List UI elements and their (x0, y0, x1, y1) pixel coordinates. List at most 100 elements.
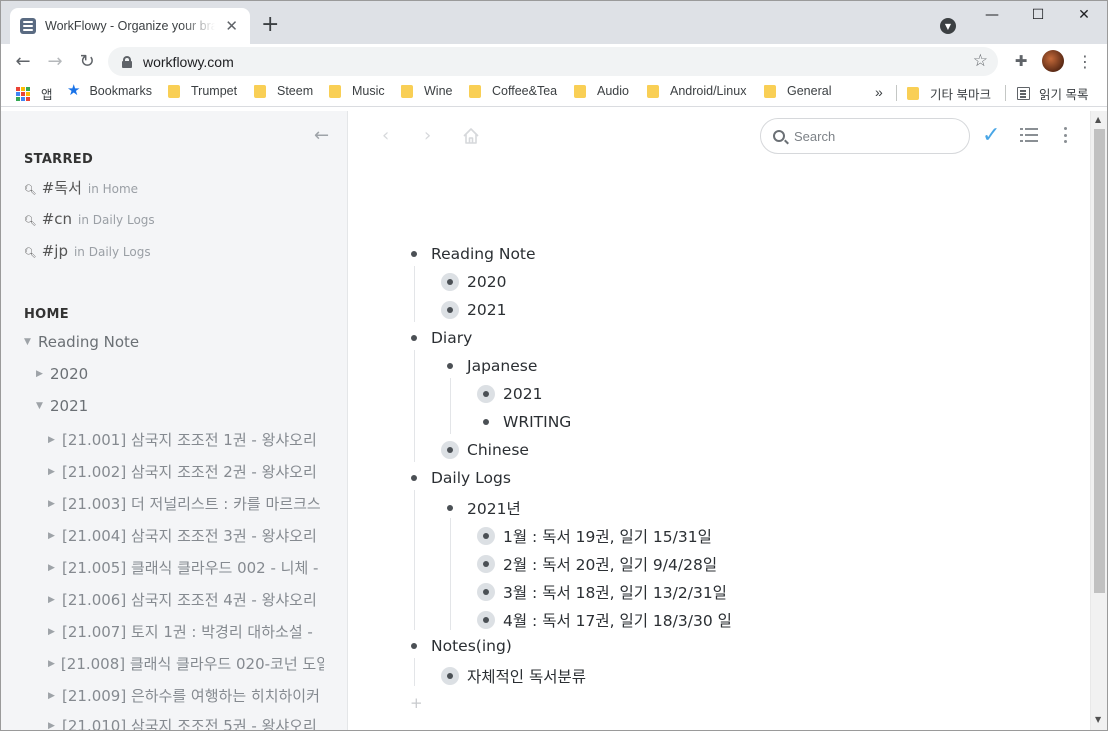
outline-item-text[interactable]: Reading Note (431, 245, 536, 263)
collapsed-triangle-icon[interactable]: ▶ (48, 627, 56, 637)
outline-item[interactable]: Chinese (441, 441, 529, 459)
scroll-up-arrow-icon[interactable]: ▲ (1095, 115, 1101, 124)
expanded-triangle-icon[interactable]: ▼ (36, 401, 44, 411)
sidebar-item-book[interactable]: ▶ [21.003] 더 저널리스트 : 카를 마르크스 (48, 493, 324, 514)
lock-icon[interactable] (122, 55, 132, 68)
outline-item-text[interactable]: 2021년 (467, 497, 521, 519)
scroll-down-arrow-icon[interactable]: ▼ (1095, 715, 1101, 724)
outline-item-text[interactable]: 자체적인 독서분류 (467, 665, 586, 687)
outline-item[interactable]: 2월 : 독서 20권, 일기 9/4/28일 (477, 553, 717, 575)
collapsed-triangle-icon[interactable]: ▶ (48, 563, 56, 573)
outline-item-text[interactable]: Diary (431, 329, 472, 347)
bullet-icon[interactable] (441, 499, 459, 517)
search-box[interactable] (760, 118, 970, 154)
outline-item-text[interactable]: 3월 : 독서 18권, 일기 13/2/31일 (503, 581, 727, 603)
outline-item[interactable]: 1월 : 독서 19권, 일기 15/31일 (477, 525, 712, 547)
collapsed-bullet-icon[interactable] (441, 273, 459, 291)
outline-item[interactable]: Daily Logs (405, 469, 511, 487)
more-options-kebab-icon[interactable] (1064, 127, 1068, 143)
sidebar-item-reading-note[interactable]: ▼ Reading Note (24, 333, 139, 351)
collapsed-triangle-icon[interactable]: ▶ (48, 531, 56, 541)
tab-close-icon[interactable]: ✕ (225, 18, 238, 34)
bookmark-folder-general[interactable]: General (764, 84, 831, 98)
sidebar-item-book[interactable]: ▶ [21.007] 토지 1권 : 박경리 대하소설 - (48, 621, 324, 642)
view-list-icon[interactable] (1020, 128, 1038, 142)
profile-avatar[interactable] (1042, 50, 1064, 72)
sidebar-item-book[interactable]: ▶ [21.010] 삼국지 조조전 5권 - 왕샤오리 (48, 715, 324, 731)
tab-search-icon[interactable]: ▼ (940, 18, 956, 34)
outline-item-text[interactable]: Chinese (467, 441, 529, 459)
bullet-icon[interactable] (441, 357, 459, 375)
collapsed-triangle-icon[interactable]: ▶ (48, 721, 56, 731)
outline-item-text[interactable]: WRITING (503, 413, 571, 431)
back-arrow-icon[interactable]: ← (11, 49, 35, 73)
new-tab-button[interactable]: + (261, 14, 279, 36)
bullet-icon[interactable] (477, 413, 495, 431)
outline-item-text[interactable]: 4월 : 독서 17권, 일기 18/3/30 일 (503, 609, 732, 631)
outline-item-text[interactable]: 2월 : 독서 20권, 일기 9/4/28일 (503, 553, 717, 575)
outline-item[interactable]: 2021 (441, 301, 506, 319)
bullet-icon[interactable] (405, 469, 423, 487)
browser-tab-active[interactable]: WorkFlowy - Organize your brain ✕ (10, 8, 250, 44)
sidebar-item-book[interactable]: ▶ [21.009] 은하수를 여행하는 히치하이커 (48, 685, 324, 706)
outline-item-text[interactable]: Daily Logs (431, 469, 511, 487)
address-bar[interactable]: workflowy.com ☆ (108, 47, 998, 76)
starred-item[interactable]: 🔍︎ #cn in Daily Logs (24, 210, 155, 228)
window-maximize-button[interactable]: ☐ (1023, 4, 1053, 26)
collapsed-triangle-icon[interactable]: ▶ (48, 467, 56, 477)
bookmark-folder-audio[interactable]: Audio (574, 84, 629, 98)
page-scrollbar[interactable]: ▲ ▼ (1090, 111, 1108, 731)
outline-item-text[interactable]: Japanese (467, 357, 537, 375)
main-back-chevron-icon[interactable]: ‹ (382, 125, 389, 146)
reading-list-button[interactable]: 읽기 목록 (1017, 84, 1088, 103)
bookmark-folder-steem[interactable]: Steem (254, 84, 313, 98)
sidebar-item-2020[interactable]: ▶ 2020 (36, 365, 88, 383)
outline-item[interactable]: Notes(ing) (405, 637, 512, 655)
bullet-icon[interactable] (405, 245, 423, 263)
collapsed-bullet-icon[interactable] (477, 385, 495, 403)
collapsed-bullet-icon[interactable] (477, 611, 495, 629)
window-minimize-button[interactable]: — (977, 4, 1007, 26)
collapsed-triangle-icon[interactable]: ▶ (48, 691, 56, 701)
window-close-button[interactable]: ✕ (1069, 4, 1099, 26)
sidebar-item-book[interactable]: ▶ [21.006] 삼국지 조조전 4권 - 왕샤오리 (48, 589, 324, 610)
url-text[interactable]: workflowy.com (143, 54, 234, 70)
outline-item[interactable]: 2021년 (441, 497, 521, 519)
bookmark-apps[interactable]: 앱 (16, 84, 53, 103)
collapsed-bullet-icon[interactable] (441, 301, 459, 319)
bookmark-folder-coffee-tea[interactable]: Coffee&Tea (469, 84, 557, 98)
outline-item[interactable]: WRITING (477, 413, 571, 431)
bookmark-bookmarks[interactable]: ★ Bookmarks (67, 83, 152, 98)
sidebar-item-2021[interactable]: ▼ 2021 (36, 397, 88, 415)
outline-item-text[interactable]: 2021 (503, 385, 542, 403)
sidebar-item-book[interactable]: ▶ [21.001] 삼국지 조조전 1권 - 왕샤오리 (48, 429, 324, 450)
outline-item-text[interactable]: 1월 : 독서 19권, 일기 15/31일 (503, 525, 712, 547)
sidebar-item-book[interactable]: ▶ [21.004] 삼국지 조조전 3권 - 왕샤오리 (48, 525, 324, 546)
outline-item[interactable]: Reading Note (405, 245, 536, 263)
collapsed-bullet-icon[interactable] (441, 667, 459, 685)
starred-item[interactable]: 🔍︎ #독서 in Home (24, 177, 138, 198)
bookmark-folder-wine[interactable]: Wine (401, 84, 452, 98)
outline-item[interactable]: 자체적인 독서분류 (441, 665, 586, 687)
bookmarks-overflow-chevron-icon[interactable]: » (875, 84, 883, 100)
bookmark-folder-other[interactable]: 기타 북마크 (907, 84, 991, 103)
outline-item[interactable]: 4월 : 독서 17권, 일기 18/3/30 일 (477, 609, 732, 631)
sidebar-item-book[interactable]: ▶ [21.008] 클래식 클라우드 020-코넌 도일 (48, 653, 324, 674)
home-icon[interactable] (462, 127, 480, 145)
collapsed-triangle-icon[interactable]: ▶ (48, 435, 56, 445)
forward-arrow-icon[interactable]: → (43, 49, 67, 73)
bookmark-folder-music[interactable]: Music (329, 84, 385, 98)
browser-menu-kebab-icon[interactable]: ⋮ (1074, 50, 1096, 72)
outline-item-text[interactable]: 2021 (467, 301, 506, 319)
collapsed-triangle-icon[interactable]: ▶ (48, 499, 56, 509)
collapsed-triangle-icon[interactable]: ▶ (48, 595, 56, 605)
outline-item[interactable]: Diary (405, 329, 472, 347)
main-forward-chevron-icon[interactable]: › (424, 125, 431, 146)
collapsed-bullet-icon[interactable] (477, 583, 495, 601)
bullet-icon[interactable] (405, 329, 423, 347)
outline-item[interactable]: 3월 : 독서 18권, 일기 13/2/31일 (477, 581, 727, 603)
expanded-triangle-icon[interactable]: ▼ (24, 337, 32, 347)
sidebar-item-book[interactable]: ▶ [21.005] 클래식 클라우드 002 - 니체 - (48, 557, 324, 578)
outline-item[interactable]: 2021 (477, 385, 542, 403)
extensions-puzzle-icon[interactable]: ✚ (1010, 50, 1032, 72)
